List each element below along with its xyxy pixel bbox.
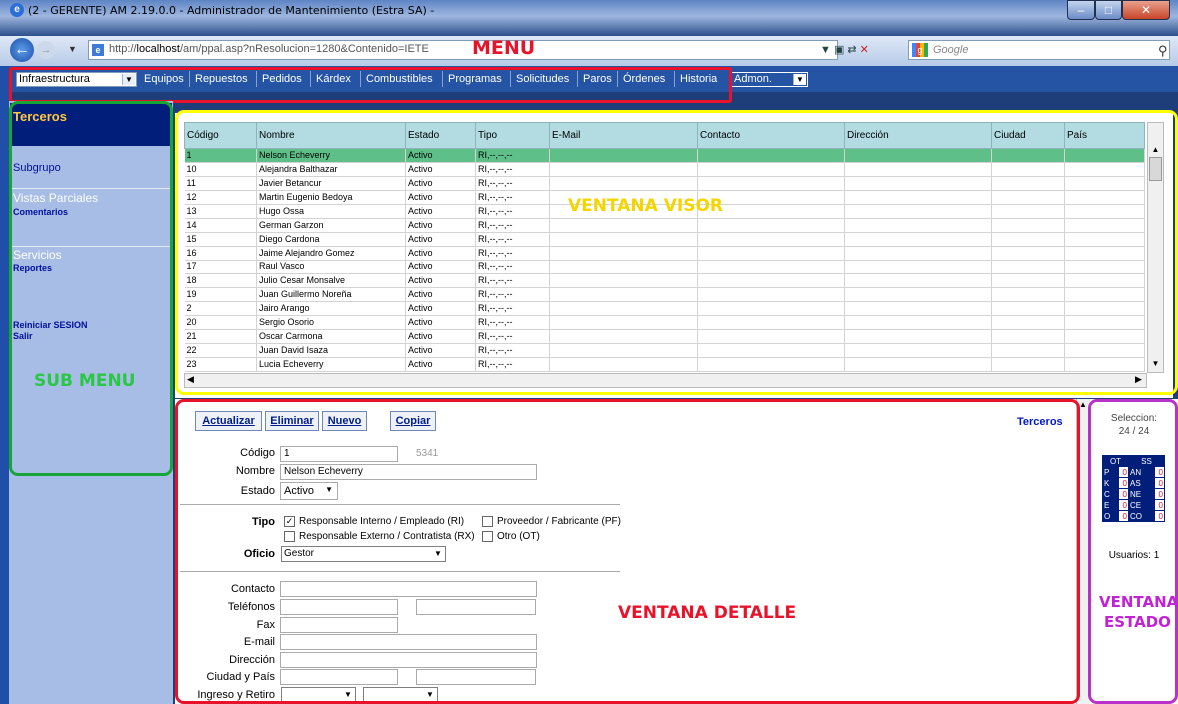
estado-highlight-frame: [1088, 399, 1178, 704]
maximize-button[interactable]: □: [1095, 0, 1122, 20]
annotation-submenu: SUB MENU: [34, 371, 136, 391]
left-strip: [0, 66, 9, 704]
detalle-highlight-frame: [175, 399, 1080, 704]
google-icon: g: [912, 43, 928, 57]
minimize-button[interactable]: –: [1067, 0, 1095, 20]
forward-button[interactable]: →: [37, 41, 55, 59]
history-dropdown-icon[interactable]: ▼: [68, 44, 77, 54]
address-bar[interactable]: e http://localhost/am/ppal.asp?nResoluci…: [88, 40, 838, 60]
annotation-menu: MENU: [472, 37, 536, 59]
scroll-up-icon[interactable]: ▲: [1079, 400, 1087, 409]
chevron-down-icon: ▼: [793, 74, 806, 85]
annotation-estado-line2: ESTADO: [1104, 613, 1171, 631]
annotation-detalle: VENTANA DETALLE: [618, 603, 797, 623]
search-placeholder: Google: [933, 44, 969, 56]
url-prefix: http://: [109, 43, 137, 55]
page-icon: e: [92, 44, 104, 56]
url-path: /am/ppal.asp?nResolucion=1280&Contenido=…: [179, 43, 429, 55]
admon-select[interactable]: Admon. ▼: [731, 72, 808, 87]
menu-highlight-frame: [9, 67, 732, 103]
ie-icon: e: [10, 3, 24, 17]
url-host: localhost: [136, 43, 180, 55]
window-title: (2 - GERENTE) AM 2.19.0.0 - Administrado…: [28, 4, 435, 17]
admon-select-value: Admon.: [734, 73, 772, 85]
annotation-estado-line1: VENTANA: [1099, 593, 1178, 611]
address-bar-controls[interactable]: ▼ ▣ ⇄ ✕: [820, 43, 869, 56]
search-box[interactable]: g Google: [908, 40, 1170, 60]
annotation-visor: VENTANA VISOR: [568, 196, 724, 216]
submenu-highlight-frame: [9, 101, 173, 476]
visor-highlight-frame: [175, 110, 1178, 395]
search-icon[interactable]: ⚲: [1158, 43, 1168, 59]
close-button[interactable]: ✕: [1122, 0, 1170, 20]
back-button[interactable]: ←: [10, 38, 34, 62]
